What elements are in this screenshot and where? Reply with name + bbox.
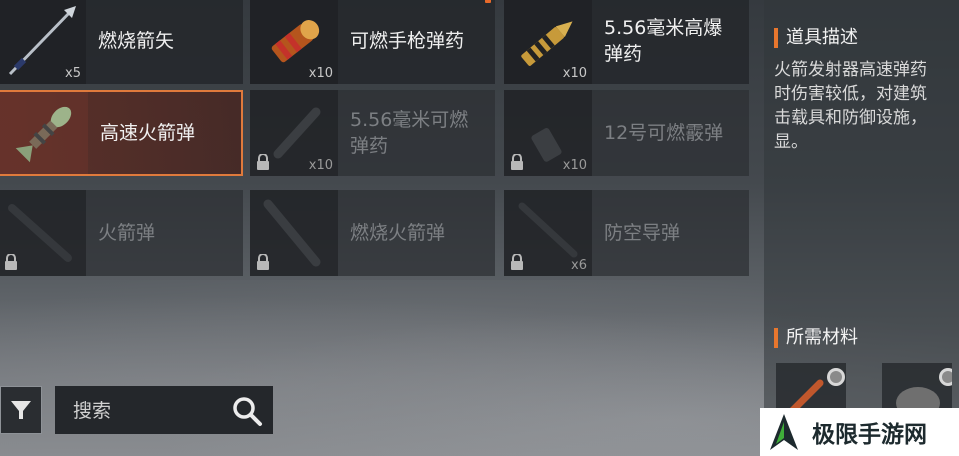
item-name: 12号可燃霰弹 [604,122,724,144]
lock-icon [511,154,523,170]
description-title: 道具描述 [774,28,858,48]
item-count: x6 [571,258,587,273]
rocket-shell-icon [15,106,72,163]
lock-icon [511,254,523,270]
item-count: x10 [562,158,587,173]
item-slot-incendiary-arrow[interactable]: x5 燃烧箭矢 [0,0,243,84]
item-name: 高速火箭弹 [100,122,196,144]
lock-icon [257,254,269,270]
item-name: 可燃手枪弹药 [350,30,465,52]
item-slot-anti-air-missile[interactable]: x6 防空导弹 [504,190,749,276]
item-thumbnail [0,92,88,174]
item-slot-incendiary-pistol-ammo[interactable]: x10 可燃手枪弹药 [250,0,495,84]
item-name: 5.56毫米可燃弹药 [350,109,469,157]
site-watermark: 极限手游网 [760,408,959,456]
item-count: x5 [65,66,81,81]
filter-button[interactable] [0,386,42,434]
item-slot-incendiary-rocket[interactable]: 燃烧火箭弹 [250,190,495,276]
item-name: 火箭弹 [98,222,156,244]
detail-panel: 道具描述 火箭发射器高速弹药 时伤害较低，对建筑 击载具和防御设施， 显。 所需… [764,0,959,456]
watermark-text: 极限手游网 [812,421,927,448]
item-count: x10 [308,66,333,81]
lock-icon [257,154,269,170]
search-input[interactable] [71,386,225,436]
item-count: x10 [308,158,333,173]
new-badge [485,0,491,3]
item-name: 燃烧火箭弹 [350,222,446,244]
item-name: 燃烧箭矢 [98,30,175,52]
lock-icon [5,254,17,270]
item-slot-556-incendiary-ammo[interactable]: x10 5.56毫米可燃弹药 [250,90,495,176]
materials-title: 所需材料 [774,328,858,348]
site-logo-icon [770,414,798,450]
item-slot-rocket[interactable]: 火箭弹 [0,190,243,276]
search-box [55,386,273,436]
filter-icon [11,401,31,419]
item-description: 火箭发射器高速弹药 时伤害较低，对建筑 击载具和防御设施， 显。 [774,60,927,152]
item-name: 防空导弹 [604,222,681,244]
item-grid: x5 燃烧箭矢 x10 可燃手枪弹药 x10 5.56毫米高爆弹药 高速火箭弹 … [0,0,760,290]
item-slot-556-he-ammo[interactable]: x10 5.56毫米高爆弹药 [504,0,749,84]
item-slot-high-speed-rocket[interactable]: 高速火箭弹 [0,90,243,176]
item-name: 5.56毫米高爆弹药 [604,17,723,65]
item-count: x10 [562,66,587,81]
item-slot-12-gauge-incendiary[interactable]: x10 12号可燃霰弹 [504,90,749,176]
search-icon[interactable] [231,395,263,427]
